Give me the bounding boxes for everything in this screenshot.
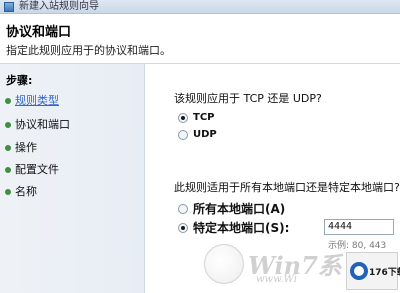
udp-radio[interactable]	[178, 130, 188, 140]
windows-logo-icon	[204, 244, 244, 284]
step-protocol-ports[interactable]: 协议和端口	[0, 116, 145, 134]
protocol-question: 该规则应用于 TCP 还是 UDP?	[174, 92, 322, 105]
site-badge-text: 176下载网	[369, 268, 400, 278]
site-badge: 176下载网	[346, 252, 400, 290]
step-bullet-icon	[5, 145, 11, 151]
step-label: 操作	[15, 141, 37, 154]
steps-label: 步骤:	[6, 74, 33, 87]
step-label: 配置文件	[15, 163, 59, 176]
step-label: 协议和端口	[15, 118, 70, 131]
watermark-subtext: www.Wi	[256, 274, 297, 285]
page-description: 指定此规则应用于的协议和端口。	[6, 44, 171, 57]
step-bullet-icon	[5, 98, 11, 104]
step-bullet-icon	[5, 189, 11, 195]
site-logo-icon	[350, 262, 368, 280]
wizard-header: 协议和端口 指定此规则应用于的协议和端口。	[0, 14, 400, 64]
firewall-wizard-icon	[4, 2, 14, 12]
page-title: 协议和端口	[6, 25, 72, 40]
step-profile[interactable]: 配置文件	[0, 161, 145, 179]
window-title: 新建入站规则向导	[19, 1, 99, 12]
tcp-label: TCP	[193, 112, 215, 123]
all-ports-radio[interactable]	[178, 204, 188, 214]
ports-question: 此规则适用于所有本地端口还是特定本地端口?	[174, 181, 400, 194]
step-rule-type[interactable]: 规则类型	[0, 92, 145, 110]
tcp-radio[interactable]	[178, 113, 188, 123]
step-label: 名称	[15, 185, 37, 198]
specific-ports-radio[interactable]	[178, 223, 188, 233]
step-action[interactable]: 操作	[0, 139, 145, 157]
watermark: Win7系 www.Wi	[196, 240, 346, 290]
title-bar: 新建入站规则向导	[0, 0, 400, 14]
step-bullet-icon	[5, 167, 11, 173]
specific-ports-input[interactable]: 4444	[324, 219, 394, 235]
step-name[interactable]: 名称	[0, 183, 145, 201]
all-ports-label: 所有本地端口(A)	[193, 202, 286, 216]
step-bullet-icon	[5, 122, 11, 128]
steps-sidebar: 步骤: 规则类型 协议和端口 操作 配置文件 名称	[0, 64, 145, 293]
udp-label: UDP	[193, 129, 217, 140]
specific-ports-label: 特定本地端口(S):	[193, 221, 290, 235]
step-label: 规则类型	[15, 94, 59, 107]
